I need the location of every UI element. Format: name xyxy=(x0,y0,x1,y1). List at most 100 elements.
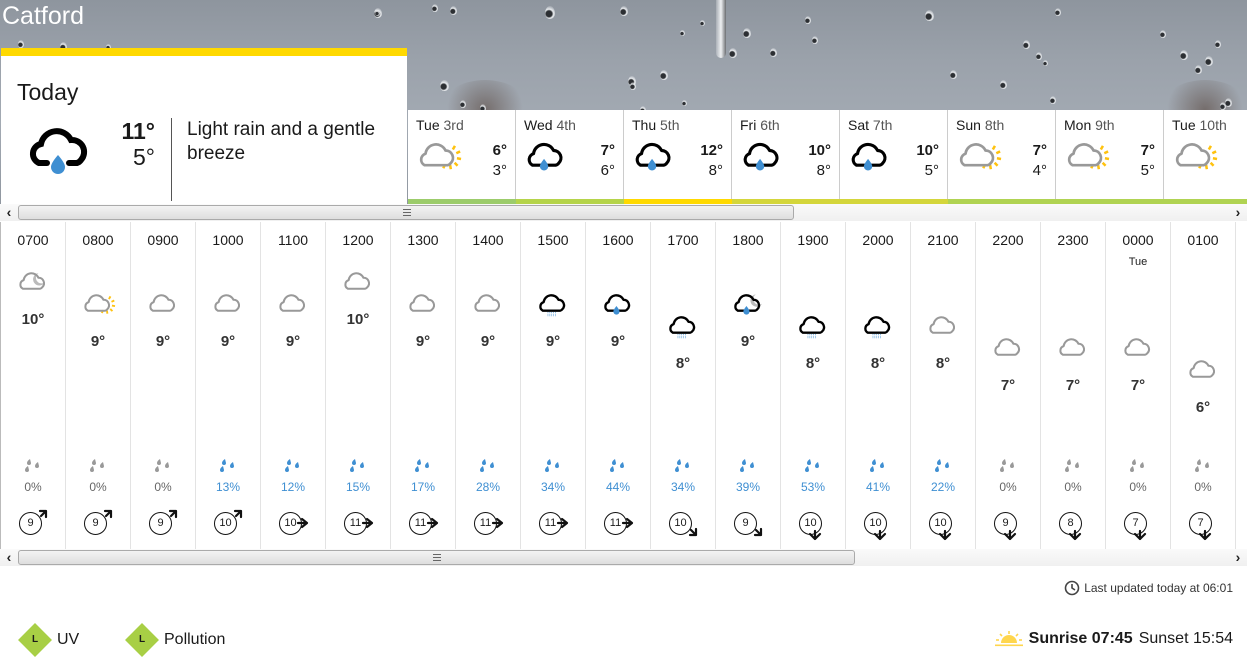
sunny-intervals-icon xyxy=(414,140,462,179)
rain-drops-icon xyxy=(868,458,888,479)
hour-column[interactable]: 2000 8° 41% 10 xyxy=(846,222,911,549)
hour-temp: 8° xyxy=(805,355,821,372)
hour-time: 1800 xyxy=(732,232,764,248)
day-max-temp: 7° xyxy=(1140,142,1155,159)
hour-column[interactable]: 2100 8° 22% 10 xyxy=(911,222,976,549)
rain-drops-icon xyxy=(348,458,368,479)
day-label: Tue xyxy=(1172,117,1196,133)
day-tab[interactable]: Mon 9th 7° 5° xyxy=(1056,110,1164,205)
hour-column[interactable]: 1900 8° 53% 10 xyxy=(781,222,846,549)
rain-chance: 39% xyxy=(735,480,761,494)
hour-column[interactable]: 0700 10° 0% 9 xyxy=(1,222,66,549)
hour-time: 1600 xyxy=(602,232,634,248)
hour-time: 1200 xyxy=(342,232,374,248)
raindrop xyxy=(1195,65,1202,74)
rain-drops-icon xyxy=(413,458,433,479)
grip-icon xyxy=(403,209,411,216)
rain-chance: 13% xyxy=(215,480,241,494)
hour-temp: 9° xyxy=(610,333,626,350)
rain-chance: 17% xyxy=(410,480,436,494)
sunny-intervals-icon xyxy=(1170,140,1218,179)
pollution-indicator[interactable]: L Pollution xyxy=(125,623,225,657)
partly-cloudy-night-icon xyxy=(15,270,51,300)
hour-column[interactable]: 1300 9° 17% 11 xyxy=(391,222,456,549)
light-rain-icon xyxy=(522,140,570,179)
rain-chance: 0% xyxy=(999,480,1017,494)
hour-column[interactable]: 1800 9° 39% 9 xyxy=(716,222,781,549)
day-tabs-scrollbar[interactable]: ‹ › xyxy=(0,204,1247,221)
hourly-scrollbar[interactable]: ‹ › xyxy=(0,549,1247,566)
hour-column[interactable]: 1400 9° 28% 11 xyxy=(456,222,521,549)
hour-column[interactable]: 0800 9° 0% 9 xyxy=(66,222,131,549)
day-tab[interactable]: Thu 5th 12° 8° xyxy=(624,110,732,205)
hour-time: 0900 xyxy=(147,232,179,248)
light-cloud-icon xyxy=(275,292,311,322)
rain-chance: 22% xyxy=(930,480,956,494)
hour-column[interactable]: 2200 7° 0% 9 xyxy=(976,222,1041,549)
scroll-right-button[interactable]: › xyxy=(1231,549,1245,566)
divider xyxy=(171,118,172,201)
day-tab[interactable]: Fri 6th 10° 8° xyxy=(732,110,840,205)
last-updated: Last updated today at 06:01 xyxy=(1064,580,1233,596)
scrollbar-thumb[interactable] xyxy=(18,205,794,220)
day-tab[interactable]: Tue 3rd 6° 3° xyxy=(408,110,516,205)
hour-temp: 9° xyxy=(220,333,236,350)
hour-column[interactable]: 1700 8° 34% 10 xyxy=(651,222,716,549)
light-rain-night-icon xyxy=(730,292,766,322)
scroll-left-button[interactable]: ‹ xyxy=(2,204,16,221)
rain-drops-icon xyxy=(153,458,173,479)
light-cloud-icon xyxy=(1055,336,1091,366)
drizzle-icon xyxy=(665,314,701,344)
hour-column[interactable]: 1100 9° 12% 10 xyxy=(261,222,326,549)
hour-time: 0800 xyxy=(82,232,114,248)
hour-column[interactable]: 1000 9° 13% 10 xyxy=(196,222,261,549)
hourly-forecast: 0700 10° 0% 9 0800 9° 0% 9 0900 9° 0% 9 … xyxy=(0,222,1247,549)
scroll-right-button[interactable]: › xyxy=(1231,204,1245,221)
rain-streak xyxy=(716,0,726,58)
wind-indicator: 10 xyxy=(861,509,895,541)
sunny-intervals-icon xyxy=(1062,140,1110,179)
day-tab[interactable]: Sat 7th 10° 5° xyxy=(840,110,948,205)
wind-indicator: 11 xyxy=(471,509,505,541)
raindrop xyxy=(812,36,818,44)
rain-chance: 12% xyxy=(280,480,306,494)
scrollbar-thumb[interactable] xyxy=(18,550,855,565)
hour-column[interactable]: 2300 7° 0% 8 xyxy=(1041,222,1106,549)
light-cloud-icon xyxy=(145,292,181,322)
day-max-temp: 6° xyxy=(492,142,507,159)
day-tab[interactable]: Wed 4th 7° 6° xyxy=(516,110,624,205)
drizzle-icon xyxy=(795,314,831,344)
hour-time: 1400 xyxy=(472,232,504,248)
wind-indicator: 10 xyxy=(211,509,245,541)
raindrop xyxy=(1055,8,1061,16)
hour-column[interactable]: 1500 9° 34% 11 xyxy=(521,222,586,549)
hour-column[interactable]: 1600 9° 44% 11 xyxy=(586,222,651,549)
hour-column[interactable]: 0900 9° 0% 9 xyxy=(131,222,196,549)
rain-drops-icon xyxy=(998,458,1018,479)
hour-column[interactable]: 0100 6° 0% 7 xyxy=(1171,222,1236,549)
hour-column[interactable]: 0000 Tue 7° 0% 7 xyxy=(1106,222,1171,549)
rain-chance: 0% xyxy=(1194,480,1212,494)
today-max-temp: 11° xyxy=(121,118,155,144)
raindrop xyxy=(630,82,636,90)
today-card[interactable]: Today 11° 5° Light rain and a gentle bre… xyxy=(1,48,407,205)
wind-indicator: 11 xyxy=(341,509,375,541)
day-max-temp: 7° xyxy=(1032,142,1047,159)
today-min-temp: 5° xyxy=(133,144,155,170)
raindrop xyxy=(1050,96,1056,104)
raindrop xyxy=(682,100,687,106)
day-date: 5th xyxy=(660,117,680,133)
rain-chance: 34% xyxy=(540,480,566,494)
day-tab[interactable]: Sun 8th 7° 4° xyxy=(948,110,1056,205)
rain-chance: 44% xyxy=(605,480,631,494)
rain-drops-icon xyxy=(933,458,953,479)
hour-column[interactable]: 1200 10° 15% 11 xyxy=(326,222,391,549)
uv-indicator[interactable]: L UV xyxy=(18,623,79,657)
rain-chance: 41% xyxy=(865,480,891,494)
day-tab[interactable]: Tue 10th xyxy=(1164,110,1247,205)
rain-chance: 0% xyxy=(89,480,107,494)
scroll-left-button[interactable]: ‹ xyxy=(2,549,16,566)
wind-indicator: 7 xyxy=(1121,509,1155,541)
rain-chance: 28% xyxy=(475,480,501,494)
raindrop xyxy=(743,28,751,38)
